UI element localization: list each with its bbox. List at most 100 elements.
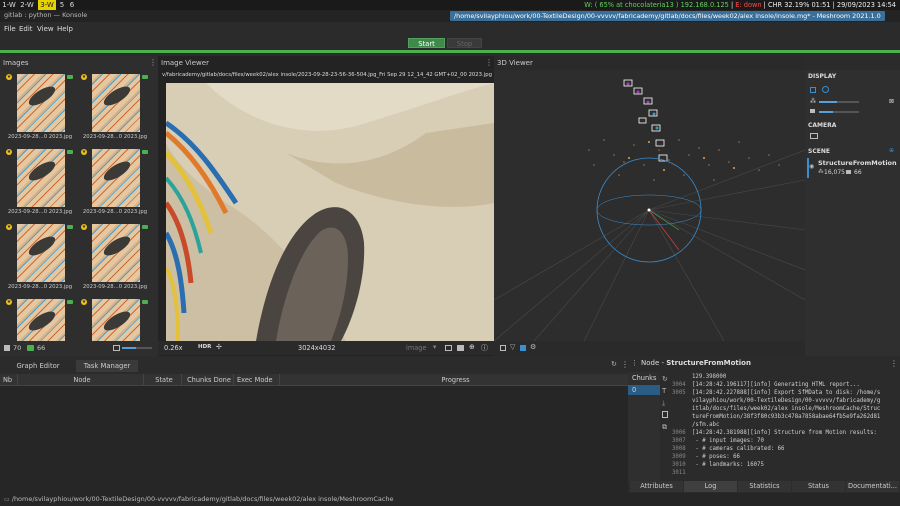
color-picker-icon[interactable]: ✢: [216, 343, 222, 351]
autoscroll-icon[interactable]: ⤓: [662, 399, 665, 408]
images-pane-title: Images: [3, 59, 29, 67]
add-scene-icon[interactable]: ⊕: [889, 147, 894, 154]
tab-log[interactable]: Log: [684, 481, 737, 492]
tab-status[interactable]: Status: [792, 481, 845, 492]
global-progress-bar: [0, 50, 900, 53]
thumbnail-size-icon: [113, 345, 120, 351]
reset-view-icon[interactable]: ⊠: [889, 98, 894, 105]
thumbnail-caption: 2023-09-28...0 2023.jpg: [82, 284, 148, 290]
images-menu-icon[interactable]: ⋮: [149, 57, 157, 69]
workspace-3[interactable]: 3-W: [38, 0, 56, 10]
info-icon[interactable]: ⓘ: [481, 343, 488, 353]
viewer-mode-select[interactable]: image: [406, 344, 427, 352]
column-progress[interactable]: Progress: [280, 374, 628, 386]
3d-side-panel: DISPLAY ⁂ ⊠ CAMERA SCENE ⊕ ◉ StructureFr…: [805, 70, 900, 356]
stop-button[interactable]: Stop: [447, 38, 482, 48]
grid-icon[interactable]: [520, 345, 526, 351]
tab-statistics[interactable]: Statistics: [738, 481, 791, 492]
grid-toggle-icon[interactable]: [810, 87, 816, 93]
image-icon[interactable]: [457, 345, 464, 351]
chunks-label: Chunks: [632, 374, 657, 382]
node-pane-menu-icon[interactable]: ⋮: [890, 359, 898, 368]
node-menu-icon[interactable]: ⋮: [631, 359, 638, 367]
chunks-list: Chunks 0: [628, 372, 660, 482]
log-line: 3005 [14:28:42.227888][info] Export SfMDa…: [672, 390, 881, 396]
tab-graph-editor[interactable]: Graph Editor: [0, 360, 76, 372]
log-line: 3004 [14:28:42.196117][info] Generating H…: [672, 382, 860, 388]
log-line: 3010 - # landmarks: 16075: [672, 462, 764, 468]
cache-path[interactable]: /home/svilayphiou/work/00-TextileDesign/…: [12, 495, 394, 503]
image-thumbnail[interactable]: ★: [79, 297, 151, 341]
images-footer: 70 66: [0, 343, 158, 355]
workspace-6[interactable]: 6: [68, 0, 76, 10]
open-external-icon[interactable]: ⧉: [662, 423, 667, 432]
visibility-icon[interactable]: ◉: [809, 163, 814, 170]
workspace-2[interactable]: 2-W: [18, 0, 36, 10]
column-chunks-done[interactable]: Chunks Done: [182, 374, 234, 386]
node-title: Node - StructureFromMotion: [641, 359, 751, 367]
log-line: 3006 [14:28:42.381988][info] Structure fr…: [672, 430, 877, 436]
thumbnail-caption: 2023-09-28...0 2023.jpg: [7, 209, 73, 215]
system-status: W: ( 65% at chocolateria13 ) 192.168.0.1…: [584, 1, 896, 9]
gizmo-toggle-icon[interactable]: [822, 86, 829, 93]
image-thumbnail[interactable]: ★ 2023-09-28...0 2023.jpg: [79, 222, 151, 294]
workspace-5[interactable]: 5: [58, 0, 66, 10]
settings-icon[interactable]: ⚙: [530, 343, 536, 351]
menu-help[interactable]: Help: [57, 25, 73, 33]
start-button[interactable]: Start: [408, 38, 445, 48]
camera-count: 66: [37, 344, 46, 352]
cameras-count: 66: [854, 169, 862, 176]
hdr-toggle[interactable]: HDR: [198, 344, 211, 350]
image-viewer-menu-icon[interactable]: ⋮: [485, 57, 493, 69]
globe-icon[interactable]: ⊕: [469, 343, 475, 351]
image-thumbnail[interactable]: ★ 2023-09-28...0 2023.jpg: [79, 147, 151, 219]
workspace-1[interactable]: 1-W: [2, 0, 16, 10]
image-thumbnail[interactable]: ★ 2023-09-28...0 2023.jpg: [4, 222, 76, 294]
node-title-prefix: Node -: [641, 359, 667, 367]
chunk-item[interactable]: 0: [628, 385, 660, 395]
viewer-image[interactable]: [166, 83, 494, 341]
camera-reconstructed-icon: [142, 225, 148, 229]
column-state[interactable]: State: [144, 374, 182, 386]
thumbnail-image: [17, 224, 65, 282]
scene-item-name[interactable]: StructureFromMotion: [818, 159, 897, 167]
column-nb[interactable]: Nb: [0, 374, 18, 386]
image-thumbnail[interactable]: ★ 2023-09-28...0 2023.jpg: [4, 147, 76, 219]
refresh-log-icon[interactable]: ↻: [662, 375, 668, 383]
image-thumbnail[interactable]: ★ 2023-09-28...0 2023.jpg: [79, 72, 151, 144]
log-line: 3007 - # input images: 70: [672, 438, 764, 444]
node-pane: ⋮ Node - StructureFromMotion ⋮ Chunks 0 …: [628, 358, 900, 493]
image-thumbnail[interactable]: ★ 2023-09-28...0 2023.jpg: [4, 72, 76, 144]
node-title-name: StructureFromMotion: [666, 359, 751, 367]
3d-viewport[interactable]: [493, 70, 806, 342]
images-pane: Images ⋮ ★ 2023-09-28...0 2023.jpg ★ 202…: [0, 56, 158, 356]
clipboard-icon[interactable]: [662, 411, 668, 418]
log-view[interactable]: 129.398000 3004 [14:28:42.196117][info] G…: [672, 372, 900, 482]
tab-documentation[interactable]: Documentati...: [846, 481, 899, 492]
chevron-down-icon[interactable]: ▾: [433, 343, 436, 351]
camera-icon[interactable]: [810, 133, 818, 139]
wifi-status: W: ( 65% at chocolateria13 ) 192.168.0.1…: [584, 1, 729, 9]
menu-file[interactable]: File: [4, 25, 16, 33]
meshroom-window-title[interactable]: /home/svilayphiou/work/00-TextileDesign/…: [450, 11, 885, 21]
star-icon: ★: [81, 224, 87, 230]
tab-task-manager[interactable]: Task Manager: [76, 360, 138, 372]
star-icon: ★: [81, 74, 87, 80]
fullscreen-icon[interactable]: [500, 345, 506, 351]
tab-attributes[interactable]: Attributes: [630, 481, 683, 492]
metadata-icon[interactable]: [445, 345, 452, 351]
point-size-slider-fill: [819, 101, 837, 103]
text-format-icon[interactable]: T: [662, 387, 666, 395]
star-icon: ★: [6, 74, 12, 80]
konsole-title[interactable]: gitlab : python — Konsole: [4, 11, 87, 19]
column-exec-mode[interactable]: Exec Mode: [234, 374, 280, 386]
star-icon: ★: [81, 299, 87, 305]
star-icon: ★: [81, 149, 87, 155]
column-node[interactable]: Node: [18, 374, 144, 386]
image-thumbnail[interactable]: ★: [4, 297, 76, 341]
menu-edit[interactable]: Edit: [19, 25, 33, 33]
camera-reconstructed-icon: [142, 300, 148, 304]
menu-view[interactable]: View: [37, 25, 54, 33]
refresh-icon[interactable]: ↻: [611, 360, 617, 368]
points-icon[interactable]: ▽: [510, 343, 515, 351]
